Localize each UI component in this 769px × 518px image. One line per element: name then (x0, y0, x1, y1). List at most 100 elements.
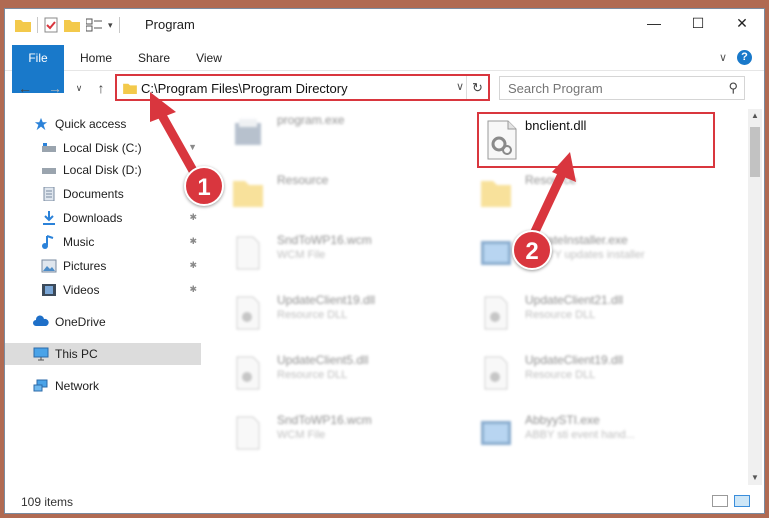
tab-share[interactable]: Share (129, 45, 179, 71)
search-icon[interactable]: ⚲ (728, 80, 738, 96)
sidebar-item-network[interactable]: Network (5, 375, 201, 397)
file-list: program.exe Resource Resource SndToWP16.… (213, 109, 735, 481)
file-name: Resource (277, 173, 329, 187)
details-view-icon[interactable] (712, 495, 728, 507)
new-folder-icon[interactable] (64, 18, 80, 32)
properties-icon[interactable] (44, 17, 58, 33)
list-item[interactable]: Resource (461, 169, 701, 217)
customize-toolbar-icon[interactable]: ▾ (108, 20, 113, 31)
file-name: Resource (525, 173, 577, 187)
sidebar-item-label: Local Disk (C:) (63, 141, 142, 155)
exe-file-icon (481, 421, 511, 445)
pin-icon: ✱ (189, 212, 197, 222)
close-button[interactable]: ✕ (720, 9, 764, 37)
file-type: ABBY sti event hand... (525, 429, 635, 441)
address-dropdown-icon[interactable]: ∨ (456, 80, 464, 93)
explorer-window: ▾ Program — ☐ ✕ File Home Share View ∨ ?… (4, 8, 765, 514)
drive-icon (42, 143, 56, 152)
search-box[interactable]: ⚲ (499, 76, 745, 100)
view-options-icon[interactable] (86, 18, 102, 32)
scroll-down-icon[interactable]: ▼ (748, 471, 762, 485)
sidebar-item-label: Local Disk (D:) (63, 163, 142, 177)
step-badge-1: 1 (184, 166, 224, 206)
download-icon (43, 211, 55, 225)
file-name: program.exe (277, 113, 345, 127)
sidebar-item-local-disk-c[interactable]: Local Disk (C:) ▼ (5, 137, 201, 159)
list-item[interactable]: UpdateClient19.dll Resource DLL (461, 349, 701, 397)
list-item[interactable]: Resource (213, 169, 453, 217)
status-bar: 109 items (5, 491, 764, 513)
pictures-icon (41, 259, 57, 273)
sidebar-item-videos[interactable]: Videos ✱ (5, 279, 201, 301)
address-path[interactable]: C:\Program Files\Program Directory (141, 81, 348, 96)
sidebar-item-downloads[interactable]: Downloads ✱ (5, 207, 201, 229)
sidebar-item-local-disk-d[interactable]: Local Disk (D:) (5, 159, 201, 181)
list-item[interactable]: SndToWP16.wcm WCM File (213, 229, 453, 277)
folder-icon (15, 20, 31, 32)
installer-icon (481, 241, 511, 265)
list-item[interactable]: program.exe (213, 109, 453, 157)
large-icons-view-icon[interactable] (734, 495, 750, 507)
pin-icon: ✱ (189, 260, 197, 270)
maximize-button[interactable]: ☐ (676, 9, 720, 37)
file-type: Resource DLL (525, 369, 596, 381)
pin-icon: ✱ (189, 284, 197, 294)
list-item[interactable]: UpdateClient5.dll Resource DLL (213, 349, 453, 397)
toolbar-separator (37, 17, 38, 33)
scroll-thumb[interactable] (750, 127, 760, 177)
cloud-icon (33, 315, 49, 326)
sidebar-item-quick-access[interactable]: Quick access (5, 113, 201, 135)
folder-icon (481, 181, 511, 207)
search-input[interactable] (500, 77, 720, 99)
address-bar[interactable]: C:\Program Files\Program Directory ∨ ↻ (115, 74, 490, 101)
expand-ribbon-icon[interactable]: ∨ (719, 51, 727, 64)
recent-locations-button[interactable]: ∨ (69, 78, 89, 98)
network-icon (33, 379, 48, 392)
ribbon: File Home Share View ∨ ? (5, 45, 764, 93)
minimize-button[interactable]: — (632, 9, 676, 37)
file-name: bnclient.dll (525, 118, 587, 133)
folder-icon (123, 83, 137, 94)
forward-button[interactable]: → (45, 78, 65, 98)
back-button[interactable]: ← (15, 78, 35, 98)
sidebar-item-onedrive[interactable]: OneDrive (5, 311, 201, 333)
file-name: SndToWP16.wcm (277, 233, 372, 247)
sidebar-item-label: Documents (63, 187, 124, 201)
file-name: AbbyySTI.exe (525, 413, 600, 427)
sidebar-item-label: OneDrive (55, 315, 106, 329)
list-item[interactable]: SndToWP16.wcm WCM File (213, 409, 453, 457)
file-name: UpdateClient5.dll (277, 353, 369, 367)
window-title: Program (145, 17, 195, 32)
step-badge-2: 2 (512, 230, 552, 270)
list-item[interactable]: AbbyySTI.exe ABBY sti event hand... (461, 409, 701, 457)
file-icon (236, 416, 260, 450)
help-icon[interactable]: ? (737, 50, 752, 65)
file-name: SndToWP16.wcm (277, 413, 372, 427)
list-item[interactable]: UpdateClient19.dll Resource DLL (213, 289, 453, 337)
toolbar-separator (118, 17, 120, 33)
highlighted-file-bnclient[interactable]: bnclient.dll (477, 112, 715, 168)
tab-view[interactable]: View (185, 45, 233, 71)
refresh-button[interactable]: ↻ (466, 76, 488, 99)
up-button[interactable]: ↑ (91, 78, 111, 98)
list-item[interactable]: UpdateInstaller.exe ABBYY updates instal… (461, 229, 701, 277)
file-type: WCM File (277, 249, 326, 261)
dll-file-icon (236, 356, 260, 390)
sidebar-item-documents[interactable]: Documents ✱ (5, 183, 201, 205)
title-bar: ▾ Program — ☐ ✕ (5, 9, 764, 41)
item-count: 109 items (21, 495, 74, 509)
sidebar-item-label: Pictures (63, 259, 107, 273)
sidebar-item-music[interactable]: Music ✱ (5, 231, 201, 253)
pin-icon: ✱ (189, 236, 197, 246)
navigation-pane: Quick access Local Disk (C:) ▼ Local Dis… (5, 109, 205, 481)
scroll-up-icon[interactable]: ▲ (748, 109, 762, 123)
tab-home[interactable]: Home (71, 45, 121, 71)
list-item[interactable]: UpdateClient21.dll Resource DLL (461, 289, 701, 337)
videos-icon (42, 284, 56, 296)
vertical-scrollbar[interactable]: ▲ ▼ (748, 109, 762, 485)
sidebar-item-pictures[interactable]: Pictures ✱ (5, 255, 201, 277)
music-icon (42, 235, 54, 249)
sidebar-item-this-pc[interactable]: This PC (5, 343, 201, 365)
dll-file-icon (484, 296, 508, 330)
file-icon (236, 236, 260, 270)
